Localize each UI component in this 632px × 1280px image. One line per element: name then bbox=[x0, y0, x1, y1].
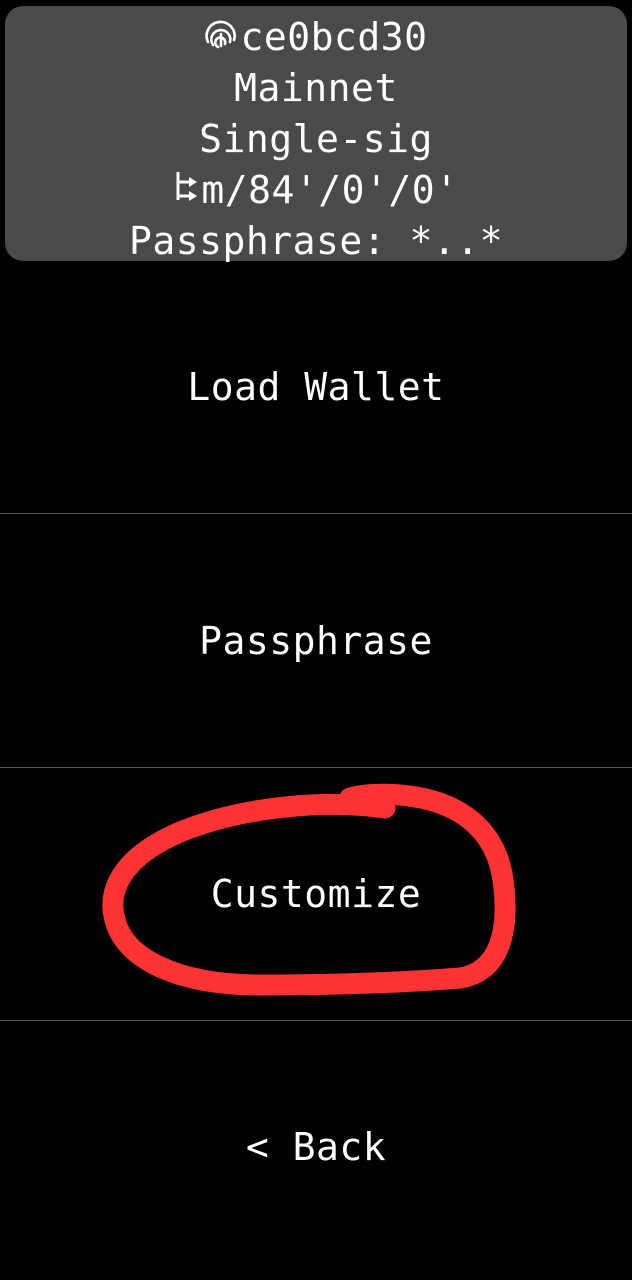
derivation-path-value: m/84'/0'/0' bbox=[201, 168, 459, 212]
fingerprint-row: ce0bcd30 bbox=[5, 13, 627, 64]
derivation-path-icon bbox=[173, 166, 199, 214]
derivation-row: m/84'/0'/0' bbox=[5, 166, 627, 217]
wallet-info-panel: ce0bcd30 Mainnet Single-sig m/84'/0'/0' … bbox=[5, 6, 627, 263]
back-label: < Back bbox=[245, 1125, 387, 1169]
back-button[interactable]: < Back bbox=[0, 1021, 632, 1273]
fingerprint-icon bbox=[204, 13, 238, 61]
network-row: Mainnet bbox=[234, 66, 398, 110]
passphrase-label: Passphrase bbox=[199, 618, 433, 663]
fingerprint-value: ce0bcd30 bbox=[240, 15, 428, 59]
script-type-row: Single-sig bbox=[199, 117, 433, 161]
customize-button[interactable]: Customize bbox=[0, 768, 632, 1020]
passphrase-button[interactable]: Passphrase bbox=[0, 514, 632, 767]
load-wallet-label: Load Wallet bbox=[187, 365, 445, 409]
load-wallet-button[interactable]: Load Wallet bbox=[0, 261, 632, 513]
customize-label: Customize bbox=[210, 872, 422, 916]
